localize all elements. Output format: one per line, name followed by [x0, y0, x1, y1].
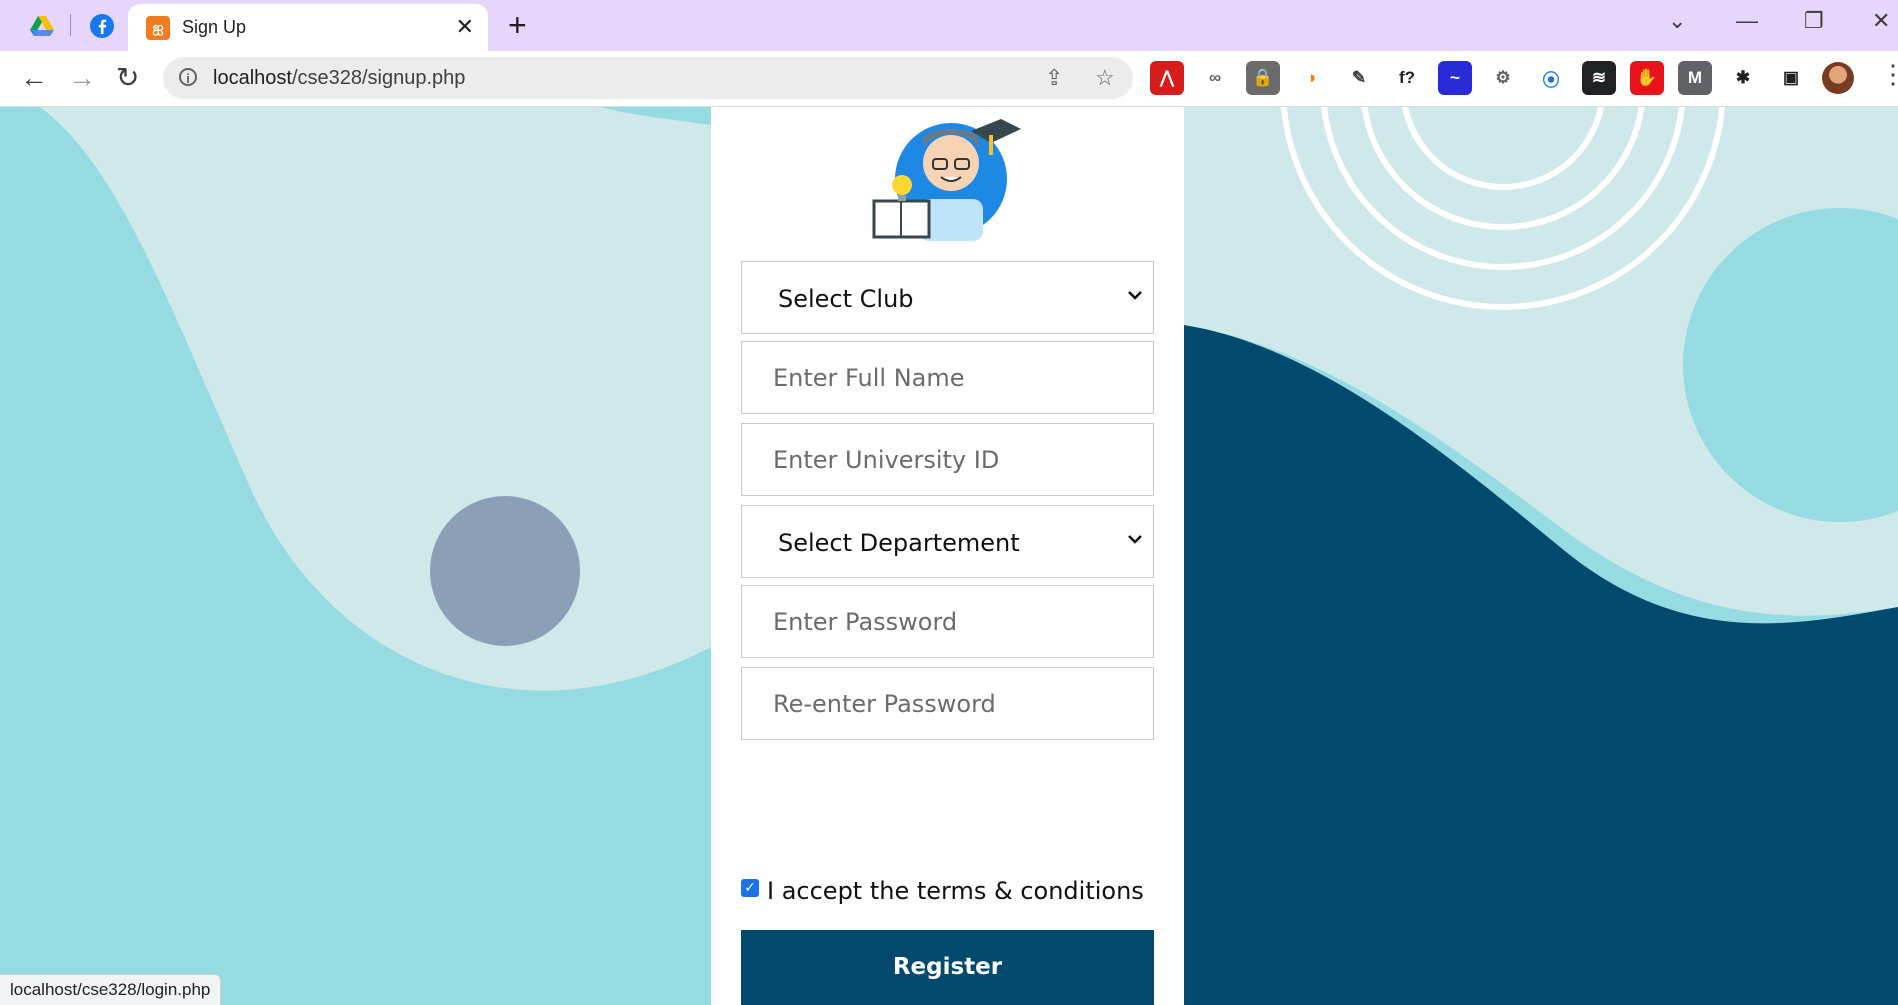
terms-row: ✓ I accept the terms & conditions: [741, 877, 1144, 905]
reload-button[interactable]: ↻: [116, 61, 139, 95]
full-name-field[interactable]: [741, 341, 1154, 414]
lock-extension-icon[interactable]: 🔒: [1246, 61, 1280, 95]
full-name-input[interactable]: [742, 342, 1153, 413]
chevron-down-icon: [1128, 291, 1142, 300]
password-input[interactable]: [742, 586, 1153, 657]
address-bar[interactable]: i localhost/cse328/signup.php ⇪ ☆: [163, 57, 1133, 99]
profile-avatar[interactable]: [1822, 62, 1854, 94]
signup-page: Select Club Select Departement ✓ I accep…: [0, 107, 1898, 1005]
new-tab-button[interactable]: +: [508, 8, 527, 42]
screen-capture-icon[interactable]: ⦿: [1534, 61, 1568, 95]
reenter-password-input[interactable]: [742, 668, 1153, 739]
tab-close-icon[interactable]: ✕: [456, 14, 474, 40]
signup-card: Select Club Select Departement ✓ I accep…: [711, 107, 1184, 1005]
orange-extension-icon[interactable]: ◑: [1294, 61, 1328, 95]
pinned-tab-google-drive[interactable]: [22, 6, 62, 46]
club-select-value: Select Club: [778, 285, 914, 313]
register-label: Register: [892, 954, 1003, 980]
terms-label: I accept the terms & conditions: [767, 877, 1144, 905]
browser-toolbar: ← → ↻ i localhost/cse328/signup.php ⇪ ☆ …: [0, 51, 1898, 107]
tab-title: Sign Up: [182, 17, 247, 37]
side-panel-icon[interactable]: ▣: [1774, 61, 1808, 95]
university-id-input[interactable]: [742, 424, 1153, 495]
register-button[interactable]: Register: [741, 930, 1154, 1005]
chevron-down-icon: [1128, 535, 1142, 544]
restore-button[interactable]: ❐: [1804, 8, 1824, 34]
cycle-extension-icon[interactable]: ∞: [1198, 61, 1232, 95]
department-select[interactable]: Select Departement: [741, 505, 1154, 578]
xampp-favicon-icon: ஐ: [146, 16, 170, 40]
pinned-tab-facebook[interactable]: [82, 6, 122, 46]
back-button[interactable]: ←: [20, 61, 48, 95]
extensions-row: ⋀ ∞ 🔒 ◑ ✎ f? ~ ⚙ ⦿ ≋ ✋ M ✱ ▣: [1150, 61, 1808, 95]
puzzle-extensions-icon[interactable]: ✱: [1726, 61, 1760, 95]
tab-sign-up[interactable]: ஐ Sign Up ✕: [128, 4, 488, 51]
student-mascot-illustration: [872, 119, 1021, 241]
status-bar-url: localhost/cse328/login.php: [0, 974, 222, 1005]
adobe-acrobat-icon[interactable]: ⋀: [1150, 61, 1184, 95]
facebook-icon: [90, 14, 114, 38]
m-extension-icon[interactable]: M: [1678, 61, 1712, 95]
url-text[interactable]: localhost/cse328/signup.php: [213, 67, 465, 90]
pattern-extension-icon[interactable]: ≋: [1582, 61, 1616, 95]
function-extension-icon[interactable]: f?: [1390, 61, 1424, 95]
browser-menu-icon[interactable]: ⋮: [1880, 59, 1898, 90]
terms-checkbox[interactable]: ✓: [741, 879, 759, 897]
password-field[interactable]: [741, 585, 1154, 658]
eyedropper-icon[interactable]: ✎: [1342, 61, 1376, 95]
tab-search-icon[interactable]: ⌄: [1668, 8, 1686, 34]
bookmark-star-icon[interactable]: ☆: [1095, 65, 1115, 91]
tab-bar: ஐ Sign Up ✕ + ⌄ — ❐ ✕: [0, 0, 1898, 51]
site-info-icon[interactable]: i: [179, 68, 197, 86]
minimize-button[interactable]: —: [1736, 8, 1758, 34]
forward-button[interactable]: →: [68, 61, 96, 95]
tab-separator: [70, 14, 71, 36]
club-select[interactable]: Select Club: [741, 261, 1154, 334]
university-id-field[interactable]: [741, 423, 1154, 496]
chart-extension-icon[interactable]: ~: [1438, 61, 1472, 95]
settings-extension-icon[interactable]: ⚙: [1486, 61, 1520, 95]
close-window-button[interactable]: ✕: [1872, 8, 1890, 34]
stop-hand-icon[interactable]: ✋: [1630, 61, 1664, 95]
google-drive-icon: [30, 16, 54, 36]
reenter-password-field[interactable]: [741, 667, 1154, 740]
share-icon[interactable]: ⇪: [1045, 65, 1063, 91]
department-select-value: Select Departement: [778, 529, 1020, 557]
